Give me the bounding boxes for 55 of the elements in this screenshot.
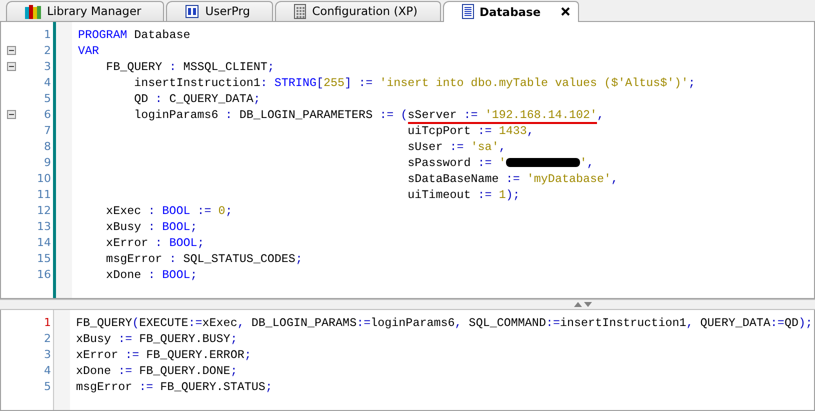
line-number: 3 — [44, 58, 51, 75]
line-number: 10 — [37, 170, 51, 187]
line-number: 15 — [37, 250, 51, 267]
line-number: 5 — [44, 378, 51, 395]
books-icon — [25, 4, 41, 19]
code-line: xExec : BOOL := 0; — [105, 202, 232, 219]
line-number: 6 — [44, 106, 51, 123]
collapse-icon[interactable] — [7, 110, 16, 120]
code-line: loginParams6 : DB_LOGIN_PARAMETERS := (sServer := '192.168.14.102', — [133, 106, 604, 123]
code-line: VAR — [78, 42, 100, 59]
line-number: 4 — [44, 362, 51, 379]
code-line: xDone := FB_QUERY.DONE; — [76, 362, 238, 379]
line-number: 3 — [44, 346, 51, 363]
code-line: insertInstruction1: STRING[255] := 'insert into dbo.myTable values ($'Altus$')'; — [133, 74, 696, 91]
grid-icon — [294, 4, 306, 19]
line-number: 5 — [44, 90, 51, 107]
code-line: xError := FB_QUERY.ERROR; — [76, 346, 252, 363]
editor-tab[interactable]: Library Manager — [6, 0, 164, 21]
line-number: 11 — [37, 186, 51, 203]
code-line: xDone : BOOL; — [105, 266, 198, 283]
code-line: sPassword := ' ', — [406, 154, 594, 171]
editor-tab[interactable]: UserPrg — [166, 0, 274, 21]
code-line: FB_QUERY(EXECUTE:=xExec, DB_LOGIN_PARAMS:=loginParams6, SQL_COMMAND:=insertInstruction1, QUERY_DATA:=QD); — [76, 314, 813, 331]
line-number: 7 — [44, 122, 51, 139]
block-icon — [185, 4, 200, 18]
document-icon — [462, 4, 474, 20]
line-number: 14 — [37, 234, 51, 251]
code-line: xError : BOOL; — [105, 234, 204, 251]
code-line: msgError := FB_QUERY.STATUS; — [76, 378, 272, 395]
code-line: uiTimeout := 1); — [406, 186, 520, 203]
line-number: 9 — [44, 154, 51, 171]
line-number: 13 — [37, 218, 51, 235]
editor-tab[interactable]: Database — [442, 0, 579, 22]
close-icon[interactable] — [560, 7, 570, 16]
code-line: PROGRAM Database — [78, 26, 190, 43]
line-number: 1 — [44, 314, 51, 331]
code-line: QD : C_QUERY_DATA; — [133, 90, 260, 107]
collapse-icon[interactable] — [7, 46, 16, 56]
code-line: msgError : SQL_STATUS_CODES; — [105, 250, 302, 267]
line-number: 4 — [44, 74, 51, 91]
line-number: 1 — [44, 26, 51, 43]
line-number: 8 — [44, 138, 51, 155]
splitter-arrows-icon[interactable] — [573, 301, 593, 308]
line-number: 2 — [44, 42, 51, 59]
editor-tab[interactable]: Configuration (XP) — [275, 0, 440, 21]
line-number: 16 — [37, 266, 51, 283]
code-line: xBusy : BOOL; — [105, 218, 198, 235]
line-number: 12 — [37, 202, 51, 219]
collapse-icon[interactable] — [7, 62, 16, 72]
code-line: sUser := 'sa', — [406, 138, 506, 155]
code-line: uiTcpPort := 1433, — [406, 122, 534, 139]
line-number: 2 — [44, 330, 51, 347]
code-line: sDataBaseName := 'myDatabase', — [406, 170, 618, 187]
code-line: xBusy := FB_QUERY.BUSY; — [76, 330, 238, 347]
code-line: FB_QUERY : MSSQL_CLIENT; — [105, 58, 274, 75]
